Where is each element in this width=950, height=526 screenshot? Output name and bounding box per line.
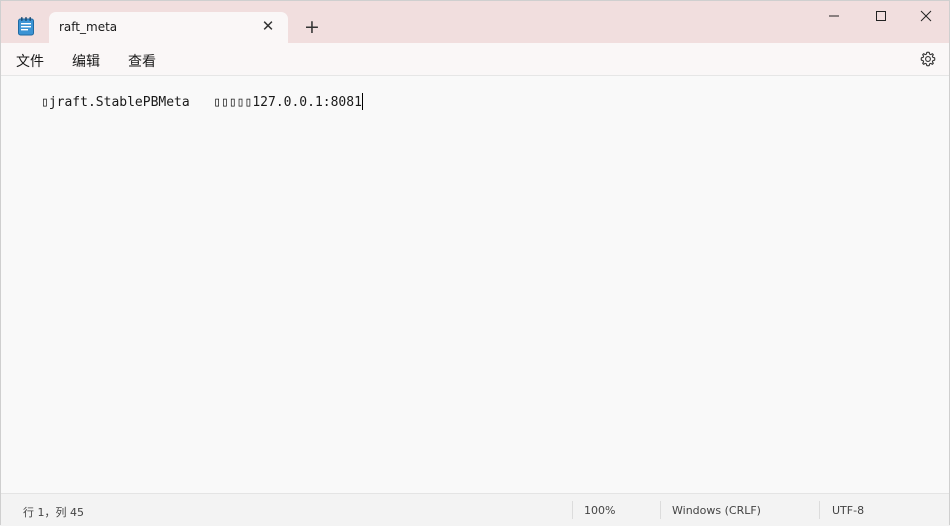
- close-icon[interactable]: ✕: [260, 18, 276, 34]
- menu-view[interactable]: 查看: [128, 51, 156, 71]
- status-cursor-position: 行 1，列 45: [23, 506, 84, 519]
- gear-icon[interactable]: [920, 51, 936, 67]
- window-close-icon[interactable]: [903, 5, 949, 27]
- tab-raft-meta[interactable]: raft_meta ✕: [49, 12, 288, 43]
- menu-bar: 文件 编辑 查看: [1, 43, 949, 76]
- status-zoom[interactable]: 100%: [584, 504, 615, 517]
- plus-icon[interactable]: +: [302, 17, 322, 37]
- menu-edit[interactable]: 编辑: [72, 51, 100, 71]
- title-bar[interactable]: raft_meta ✕ +: [1, 1, 949, 43]
- text-caret: [361, 93, 363, 110]
- notepad-app-icon: [18, 17, 34, 36]
- tab-title: raft_meta: [59, 20, 118, 34]
- minimize-icon[interactable]: [811, 5, 857, 27]
- status-divider: [819, 501, 820, 519]
- unknown-glyph-run: ▯▯▯▯▯: [213, 95, 253, 110]
- status-bar: 行 1，列 45 100% Windows (CRLF) UTF-8: [1, 493, 949, 526]
- editor-text-prefix: jraft.StablePBMeta: [48, 95, 214, 110]
- status-line-ending[interactable]: Windows (CRLF): [672, 504, 761, 517]
- menu-file[interactable]: 文件: [16, 51, 44, 71]
- maximize-icon[interactable]: [858, 5, 904, 27]
- notepad-window: raft_meta ✕ + 文件 编辑 查看 ▯jraft.StablePBMe…: [0, 0, 950, 526]
- status-encoding[interactable]: UTF-8: [832, 504, 864, 517]
- text-editor[interactable]: ▯jraft.StablePBMeta ▯▯▯▯▯127.0.0.1:8081: [1, 76, 949, 493]
- editor-line-1: ▯jraft.StablePBMeta ▯▯▯▯▯127.0.0.1:8081: [41, 93, 363, 110]
- unknown-glyph: ▯: [41, 95, 49, 110]
- status-divider: [660, 501, 661, 519]
- editor-text-suffix: 127.0.0.1:8081: [252, 95, 362, 110]
- status-divider: [572, 501, 573, 519]
